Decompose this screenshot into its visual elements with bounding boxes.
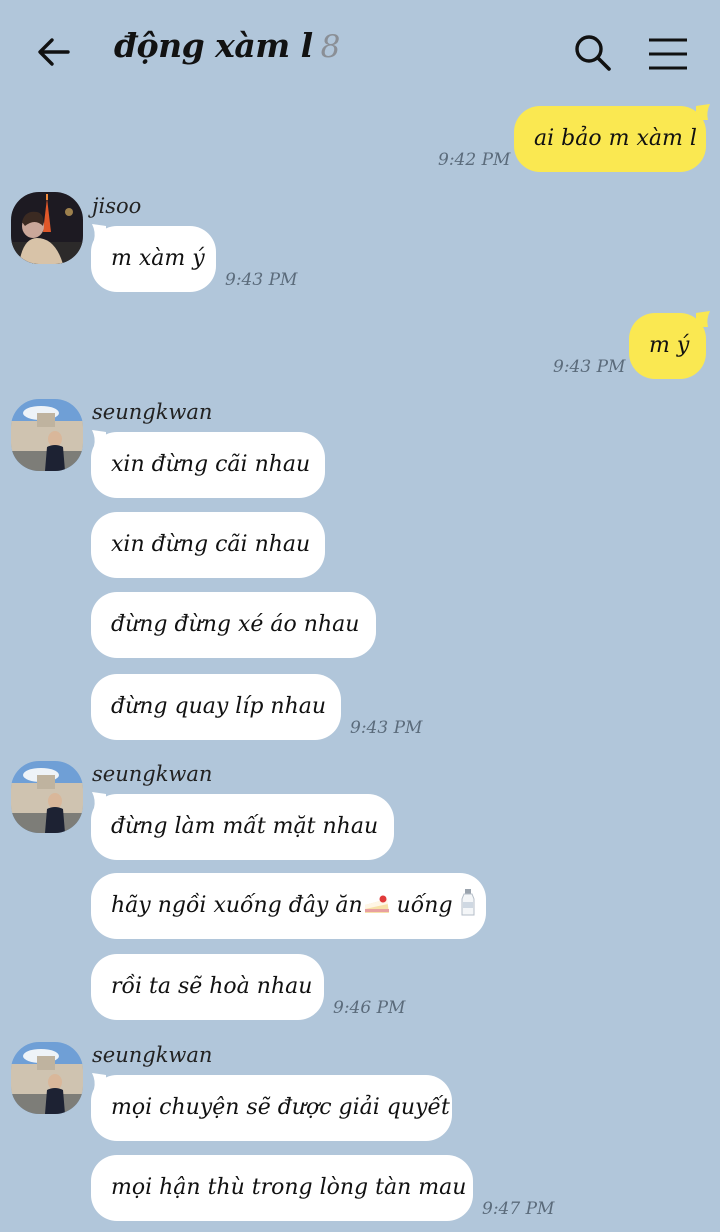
avatar[interactable] <box>11 192 83 264</box>
message-bubble[interactable]: m xàm ý <box>91 226 216 292</box>
message-bubble[interactable]: rồi ta sẽ hoà nhau <box>91 954 324 1020</box>
search-icon[interactable] <box>570 30 616 76</box>
message-time: 9:43 PM <box>553 357 626 377</box>
message-time: 9:42 PM <box>438 150 511 170</box>
avatar[interactable] <box>11 761 83 833</box>
message-text: hãy ngồi xuống đây ăn <box>111 893 363 918</box>
avatar-photo-seungkwan <box>11 399 83 471</box>
back-arrow-icon[interactable] <box>32 30 76 74</box>
milk-bottle-emoji-icon <box>461 889 475 916</box>
message-bubble[interactable]: đừng đừng xé áo nhau <box>91 592 376 658</box>
message-bubble[interactable]: mọi hận thù trong lòng tàn mau <box>91 1155 473 1221</box>
sender-name: jisoo <box>92 194 142 218</box>
message-bubble[interactable]: xin đừng cãi nhau <box>91 512 325 578</box>
message-bubble[interactable]: đừng quay líp nhau <box>91 674 341 740</box>
message-bubble[interactable]: mọi chuyện sẽ được giải quyết <box>91 1075 452 1141</box>
sender-name: seungkwan <box>92 1043 213 1067</box>
chat-title[interactable]: động xàm l8 <box>114 26 340 65</box>
sender-name: seungkwan <box>92 400 213 424</box>
message-bubble[interactable]: m ý <box>629 313 706 379</box>
avatar-photo-seungkwan <box>11 761 83 833</box>
menu-icon[interactable] <box>646 34 690 74</box>
message-time: 9:43 PM <box>225 270 298 290</box>
bubble-tail <box>696 104 710 120</box>
chat-title-text: động xàm l <box>114 26 313 65</box>
chat-header: động xàm l8 <box>0 0 720 106</box>
sender-name: seungkwan <box>92 762 213 786</box>
message-time: 9:47 PM <box>482 1199 555 1219</box>
message-bubble[interactable]: xin đừng cãi nhau <box>91 432 325 498</box>
cake-emoji-icon <box>364 895 389 913</box>
member-count: 8 <box>320 29 341 65</box>
avatar-photo-seungkwan <box>11 1042 83 1114</box>
message-time: 9:43 PM <box>350 718 423 738</box>
message-bubble[interactable]: hãy ngồi xuống đây ăn uống <box>91 873 486 939</box>
bubble-tail <box>696 311 710 327</box>
message-bubble[interactable]: đừng làm mất mặt nhau <box>91 794 394 860</box>
message-bubble[interactable]: ai bảo m xàm l <box>514 106 706 172</box>
avatar-photo-jisoo <box>11 192 83 264</box>
avatar[interactable] <box>11 1042 83 1114</box>
avatar[interactable] <box>11 399 83 471</box>
message-text: uống <box>396 893 453 918</box>
message-time: 9:46 PM <box>333 998 406 1018</box>
